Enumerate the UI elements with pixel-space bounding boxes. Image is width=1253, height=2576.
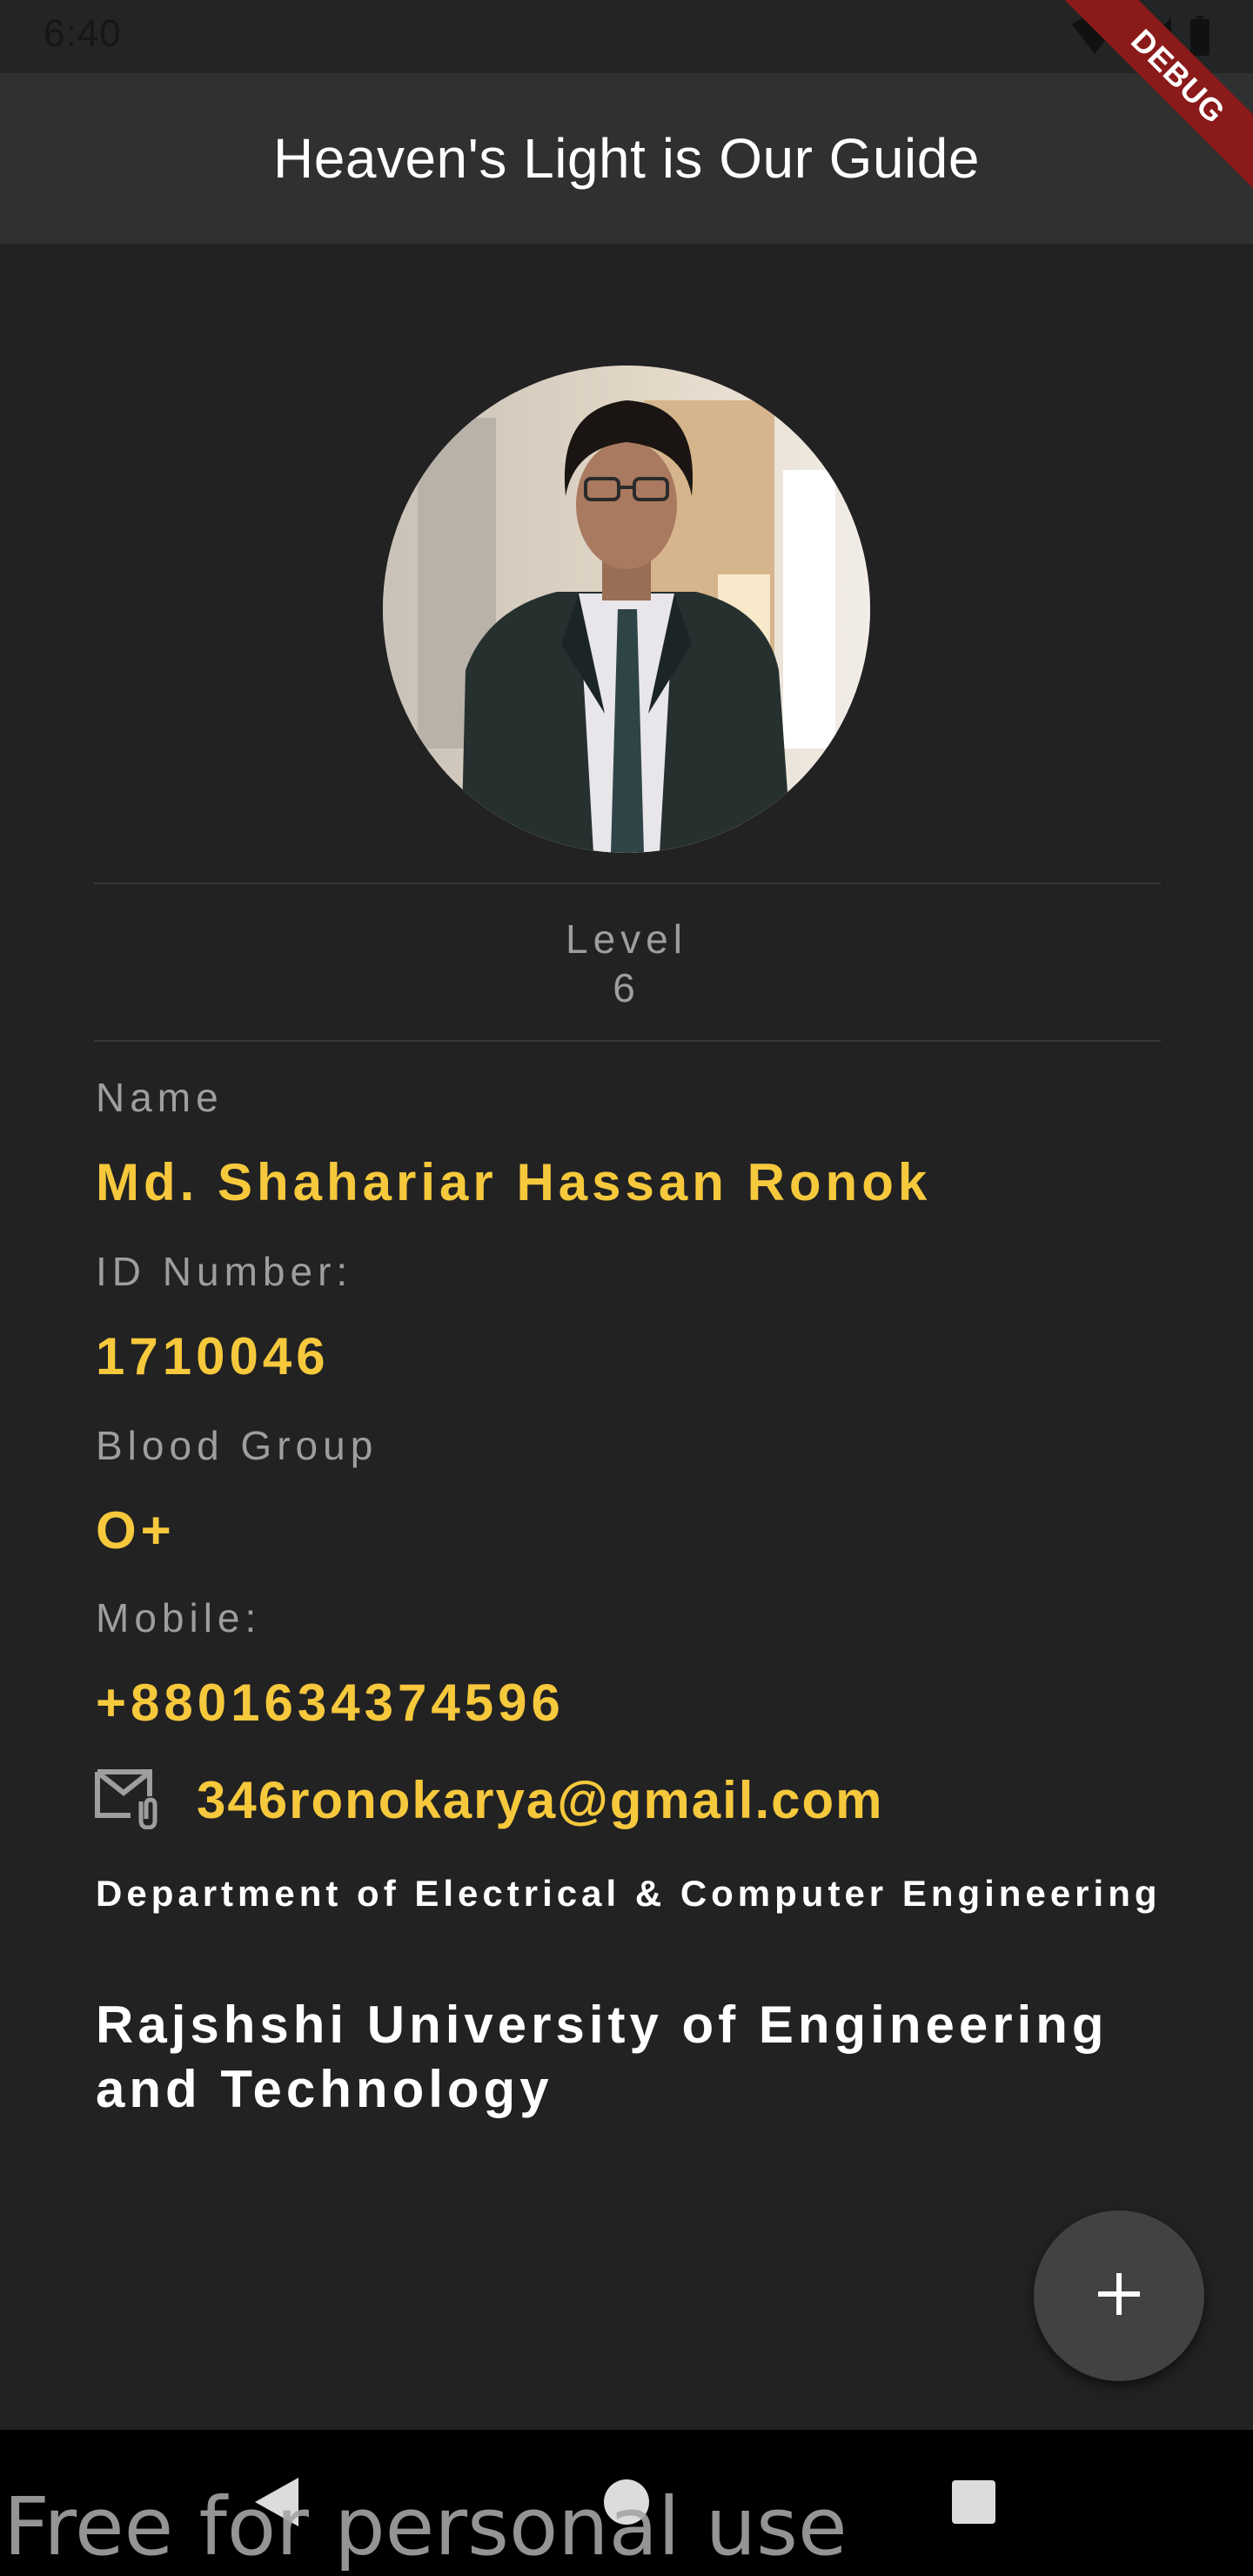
signal-icon	[1135, 16, 1173, 60]
name-label: Name	[96, 1075, 224, 1120]
home-button[interactable]	[579, 2456, 674, 2552]
back-icon	[250, 2474, 302, 2534]
recents-icon	[950, 2479, 997, 2530]
navigation-bar	[0, 2430, 1253, 2576]
mobile-value[interactable]: +8801634374596	[96, 1673, 565, 1733]
blood-group-value: O+	[96, 1501, 176, 1560]
email-row[interactable]: 346ronokarya@gmail.com	[94, 1767, 884, 1834]
home-icon	[602, 2478, 651, 2531]
email-value[interactable]: 346ronokarya@gmail.com	[197, 1770, 884, 1830]
department: Department of Electrical & Computer Engi…	[96, 1873, 1162, 1914]
app-bar: Heaven's Light is Our Guide	[0, 73, 1253, 244]
divider	[94, 1040, 1161, 1042]
blood-group-label: Blood Group	[96, 1423, 379, 1468]
avatar	[383, 366, 870, 853]
page-title: Heaven's Light is Our Guide	[273, 127, 980, 190]
level-label: Level	[566, 916, 687, 962]
email-attachment-icon	[94, 1767, 164, 1834]
status-icons	[1070, 16, 1211, 60]
id-value: 1710046	[96, 1327, 330, 1385]
id-label: ID Number:	[96, 1249, 353, 1294]
plus-icon	[1095, 2270, 1143, 2323]
recents-button[interactable]	[926, 2456, 1022, 2552]
status-time: 6:40	[44, 12, 122, 55]
status-bar: 6:40	[0, 0, 1253, 73]
add-button[interactable]	[1034, 2210, 1204, 2381]
mobile-label: Mobile:	[96, 1595, 262, 1640]
back-button[interactable]	[228, 2456, 324, 2552]
divider	[94, 882, 1161, 884]
wifi-icon	[1070, 16, 1119, 60]
name-value: Md. Shahariar Hassan Ronok	[96, 1153, 932, 1211]
profile-photo	[383, 366, 870, 853]
level-value: 6	[613, 965, 640, 1010]
university: Rajshshi University of Engineering and T…	[96, 1996, 1109, 2118]
profile-screen: 6:40 Heaven's Light is Our Guide DEBUG L…	[0, 0, 1253, 2576]
battery-icon	[1189, 16, 1211, 60]
